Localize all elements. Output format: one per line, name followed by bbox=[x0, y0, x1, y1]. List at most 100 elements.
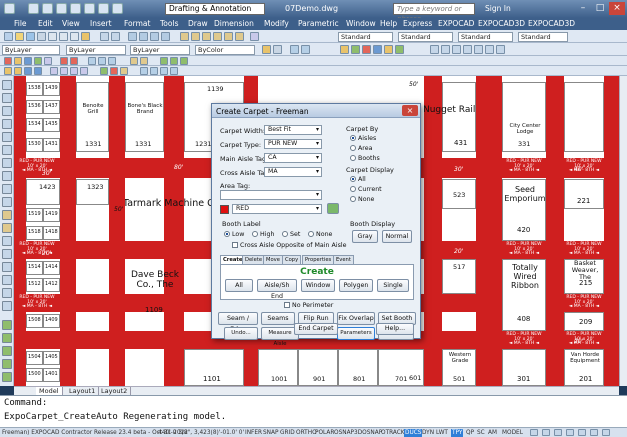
toggle-osnap[interactable]: OSNAP bbox=[334, 429, 354, 437]
report-icon[interactable] bbox=[130, 57, 138, 65]
red-tool-icon[interactable] bbox=[110, 67, 118, 75]
markup-icon[interactable] bbox=[224, 32, 233, 41]
aisle-shend-button[interactable]: Aisle/Sh End bbox=[257, 279, 297, 300]
export-icon[interactable] bbox=[140, 57, 148, 65]
radio-high[interactable]: High bbox=[252, 231, 274, 238]
booth[interactable]: 1423 bbox=[26, 179, 60, 205]
booth[interactable]: 1437 bbox=[43, 100, 60, 114]
menu-dimension[interactable]: Dimension bbox=[214, 19, 254, 28]
tab-copy[interactable]: Copy bbox=[282, 255, 302, 264]
workspace-switch-icon[interactable] bbox=[554, 429, 562, 436]
nav-next-icon[interactable] bbox=[160, 67, 168, 75]
undo-icon[interactable] bbox=[98, 3, 109, 14]
toggle-ortho[interactable]: ORTHO bbox=[296, 429, 317, 437]
vertical-scrollbar[interactable] bbox=[619, 76, 627, 386]
help-icon[interactable] bbox=[250, 32, 259, 41]
carpet-type-select[interactable]: PUR NEW ▾ bbox=[264, 139, 322, 149]
dialog-titlebar[interactable]: Create Carpet - Freeman × bbox=[212, 104, 420, 118]
booth-info-icon[interactable] bbox=[24, 57, 32, 65]
hardware-accel-icon[interactable] bbox=[578, 429, 586, 436]
booth[interactable]: 1401 bbox=[43, 368, 60, 382]
spline-icon[interactable] bbox=[2, 184, 12, 194]
tab-properties[interactable]: Properties bbox=[302, 255, 335, 264]
isolate-icon[interactable] bbox=[590, 429, 598, 436]
main-aisle-select[interactable]: CA ▾ bbox=[264, 153, 322, 163]
matchprop-icon[interactable] bbox=[81, 32, 90, 41]
yellow-tool-icon[interactable] bbox=[120, 67, 128, 75]
open-icon[interactable] bbox=[15, 32, 24, 41]
menu-format[interactable]: Format bbox=[124, 19, 150, 28]
menu-view[interactable]: View bbox=[62, 19, 80, 28]
toggle-polar[interactable]: POLAR bbox=[315, 429, 334, 437]
new-icon[interactable] bbox=[28, 3, 39, 14]
draw-circle-icon[interactable] bbox=[463, 45, 472, 54]
menu-tools[interactable]: Tools bbox=[160, 19, 178, 28]
gray-button[interactable]: Gray bbox=[352, 230, 378, 243]
array-icon[interactable] bbox=[2, 372, 12, 382]
block-icon[interactable] bbox=[2, 210, 12, 220]
parameters-button[interactable]: Parameters bbox=[337, 327, 375, 340]
booth[interactable]: 1414 bbox=[43, 261, 60, 275]
toggle-sc[interactable]: SC bbox=[477, 429, 485, 437]
paste-icon[interactable] bbox=[70, 32, 79, 41]
booth-rent-icon[interactable] bbox=[34, 57, 42, 65]
menu-parametric[interactable]: Parametric bbox=[298, 19, 339, 28]
toggle-lwt[interactable]: LWT bbox=[436, 429, 448, 437]
cross-aisle-select[interactable]: MA ▾ bbox=[264, 167, 322, 177]
layer-combo[interactable]: ByLayer bbox=[2, 45, 60, 55]
nugget-rail-booth[interactable]: Nugget Rail bbox=[424, 82, 476, 152]
toggle-am[interactable]: AM bbox=[488, 429, 497, 437]
undo-button[interactable]: Undo... bbox=[224, 327, 258, 340]
arc-icon[interactable] bbox=[2, 145, 12, 155]
booth[interactable] bbox=[564, 82, 604, 152]
saveas-icon[interactable] bbox=[70, 3, 81, 14]
toggle-otrack[interactable]: OTRACK bbox=[381, 429, 405, 437]
tab-delete[interactable]: Delete bbox=[242, 255, 266, 264]
annotation-scale-icon[interactable] bbox=[542, 429, 550, 436]
sheetset-icon[interactable] bbox=[213, 32, 222, 41]
layer-state-icon[interactable] bbox=[273, 45, 282, 54]
booth-edit-icon[interactable] bbox=[14, 57, 22, 65]
mleader-style-combo[interactable]: Standard bbox=[518, 32, 568, 42]
polygon-icon[interactable] bbox=[2, 119, 12, 129]
booth[interactable]: 209 bbox=[564, 312, 604, 331]
booth[interactable]: 1512 bbox=[26, 278, 43, 292]
radio-area[interactable]: Area bbox=[350, 145, 373, 152]
booth-hold-icon[interactable] bbox=[44, 57, 52, 65]
open-icon[interactable] bbox=[42, 3, 53, 14]
workspace-select[interactable]: Drafting & Annotation bbox=[165, 3, 265, 15]
lineweight-combo[interactable]: ByLayer bbox=[130, 45, 190, 55]
booth[interactable]: 1409 bbox=[43, 314, 60, 328]
area-tag-select[interactable]: ▾ bbox=[220, 190, 322, 200]
ucs-icon[interactable] bbox=[290, 45, 299, 54]
booth[interactable]: 1418 bbox=[43, 226, 60, 240]
booth[interactable]: 1001 bbox=[258, 349, 298, 386]
booth[interactable]: 1405 bbox=[43, 351, 60, 365]
dave-beck-booth[interactable]: Dave Beck Co., The 1109 bbox=[125, 259, 185, 331]
radio-set[interactable]: Set bbox=[282, 231, 300, 238]
booth[interactable]: 1412 bbox=[43, 278, 60, 292]
print-icon[interactable] bbox=[84, 3, 95, 14]
revcloud-icon[interactable] bbox=[2, 171, 12, 181]
booth[interactable]: Van Horde Equipment 201 bbox=[564, 349, 604, 386]
tab-event[interactable]: Event bbox=[333, 255, 354, 264]
app-menu-icon[interactable] bbox=[4, 3, 15, 14]
color-select[interactable]: RED ▾ bbox=[232, 204, 322, 214]
command-input[interactable]: ExpoCarpet_CreateAuto Regenerating model… bbox=[4, 412, 226, 422]
expo-tool6-icon[interactable] bbox=[395, 45, 404, 54]
menu-insert[interactable]: Insert bbox=[90, 19, 112, 28]
booth[interactable]: 1519 bbox=[26, 208, 43, 222]
ci-icon[interactable] bbox=[70, 67, 78, 75]
booth[interactable]: 1439 bbox=[43, 82, 60, 96]
booth[interactable]: 1536 bbox=[26, 100, 43, 114]
point-icon[interactable] bbox=[2, 236, 12, 246]
layer-toggle-icon[interactable] bbox=[160, 57, 168, 65]
layer-properties-icon[interactable] bbox=[262, 45, 271, 54]
circle-icon[interactable] bbox=[2, 158, 12, 168]
booth[interactable]: Seed Emporium 420 bbox=[502, 179, 546, 241]
print-icon[interactable] bbox=[37, 32, 46, 41]
save-icon[interactable] bbox=[56, 3, 67, 14]
save-icon[interactable] bbox=[26, 32, 35, 41]
polyline-icon[interactable] bbox=[2, 106, 12, 116]
linetype-combo[interactable]: ByLayer bbox=[66, 45, 126, 55]
